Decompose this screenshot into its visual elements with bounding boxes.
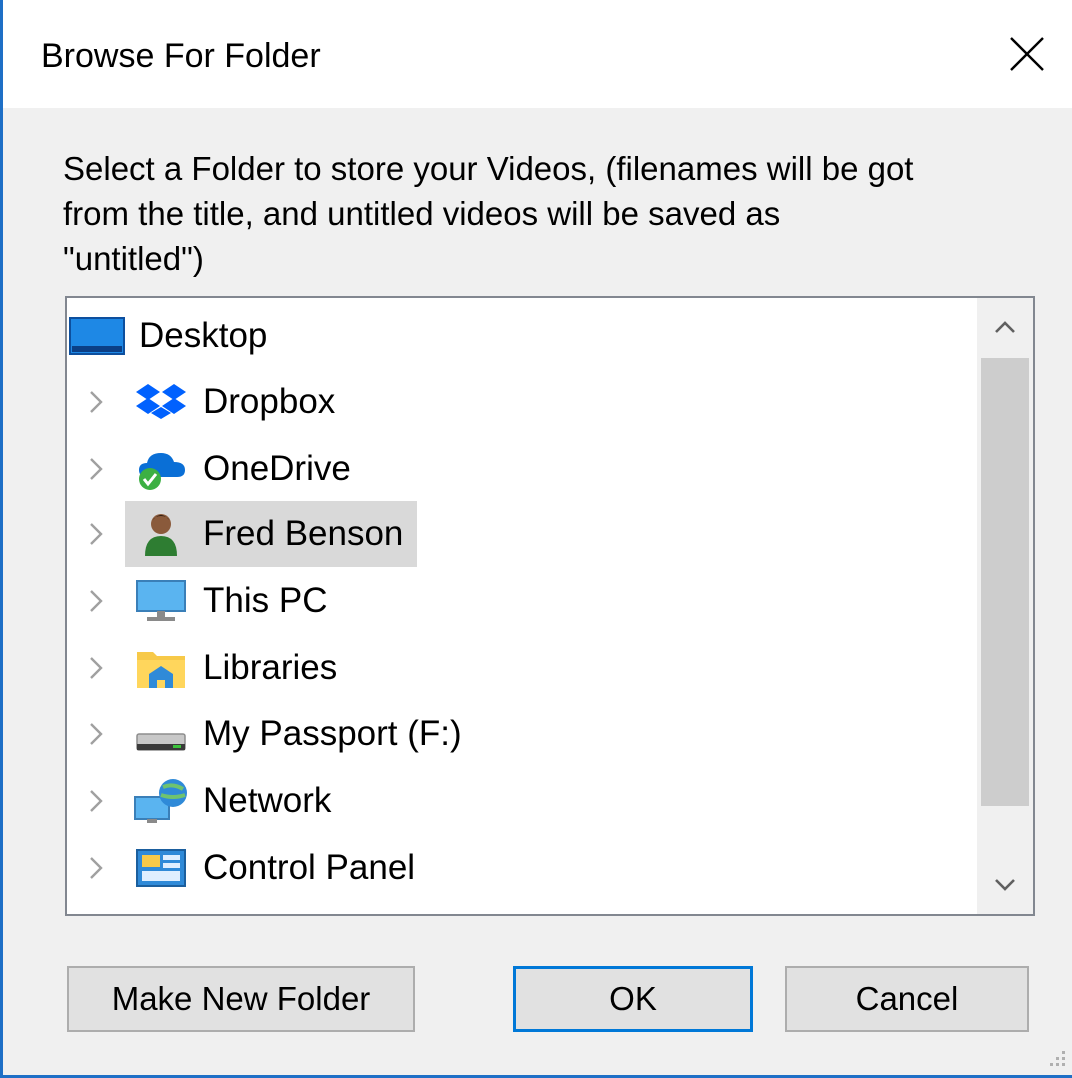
close-icon (1010, 37, 1044, 71)
tree-item-label: My Passport (F:) (203, 714, 462, 753)
chevron-down-icon (995, 879, 1015, 891)
chevron-right-icon (90, 790, 103, 812)
chevron-right-icon (90, 523, 103, 545)
chevron-right-icon (90, 723, 103, 745)
tree-item-my-passport[interactable]: My Passport (F:) (67, 704, 476, 764)
browse-for-folder-dialog: Browse For Folder Select a Folder to sto… (0, 0, 1072, 1078)
chevron-right-icon (90, 590, 103, 612)
ok-button[interactable]: OK (513, 966, 753, 1032)
tree-item-libraries[interactable]: Libraries (67, 638, 351, 698)
tree-item-label: Libraries (203, 648, 338, 687)
tree-item-label: Dropbox (203, 382, 336, 421)
folder-tree[interactable]: Desktop Dropbox OneDrive Fred Benson Thi… (65, 296, 1035, 916)
tree-item-onedrive[interactable]: OneDrive (67, 439, 365, 499)
tree-item-control-panel[interactable]: Control Panel (67, 838, 429, 898)
instruction-line: Select a Folder to store your Videos, (f… (63, 150, 914, 187)
expand-chevron[interactable] (67, 504, 125, 564)
make-new-folder-button[interactable]: Make New Folder (67, 966, 415, 1032)
tree-item-fred-benson[interactable]: Fred Benson (67, 501, 418, 567)
scroll-up-button[interactable] (977, 298, 1033, 356)
tree-item-this-pc[interactable]: This PC (67, 571, 341, 631)
close-button[interactable] (986, 10, 1068, 98)
scroll-down-button[interactable] (977, 856, 1033, 914)
tree-item-label: OneDrive (203, 449, 351, 488)
network-icon (133, 777, 189, 825)
expand-chevron[interactable] (67, 838, 125, 898)
scroll-thumb[interactable] (981, 358, 1029, 806)
tree-item-label: This PC (203, 581, 328, 620)
chevron-right-icon (90, 657, 103, 679)
expand-chevron[interactable] (67, 439, 125, 499)
chevron-right-icon (90, 857, 103, 879)
chevron-up-icon (995, 321, 1015, 333)
title-bar: Browse For Folder (3, 0, 1072, 108)
tree-item-desktop[interactable]: Desktop (67, 306, 281, 366)
instruction-line: "untitled") (63, 240, 204, 277)
tree-item-label: Control Panel (203, 848, 416, 887)
control-panel-icon (133, 844, 189, 892)
expand-chevron[interactable] (67, 771, 125, 831)
onedrive-icon (133, 445, 189, 493)
libraries-icon (133, 644, 189, 692)
dropbox-icon (133, 378, 189, 426)
tree-item-label: Fred Benson (203, 514, 404, 553)
instruction-line: from the title, and untitled videos will… (63, 195, 781, 232)
chevron-right-icon (90, 458, 103, 480)
expand-chevron[interactable] (67, 372, 125, 432)
tree-item-dropbox[interactable]: Dropbox (67, 372, 349, 432)
user-icon (133, 510, 189, 558)
expand-chevron[interactable] (67, 704, 125, 764)
tree-item-network[interactable]: Network (67, 771, 345, 831)
desktop-icon (69, 312, 125, 360)
instruction-text: Select a Folder to store your Videos, (f… (63, 146, 1023, 281)
resize-grip-icon[interactable] (1042, 1043, 1068, 1069)
cancel-button[interactable]: Cancel (785, 966, 1029, 1032)
tree-scrollbar[interactable] (977, 298, 1033, 914)
chevron-right-icon (90, 391, 103, 413)
expand-chevron[interactable] (67, 638, 125, 698)
tree-item-label: Desktop (139, 316, 268, 355)
tree-item-label: Network (203, 781, 332, 820)
expand-chevron[interactable] (67, 571, 125, 631)
computer-icon (133, 577, 189, 625)
drive-icon (133, 710, 189, 758)
dialog-title: Browse For Folder (41, 37, 321, 75)
